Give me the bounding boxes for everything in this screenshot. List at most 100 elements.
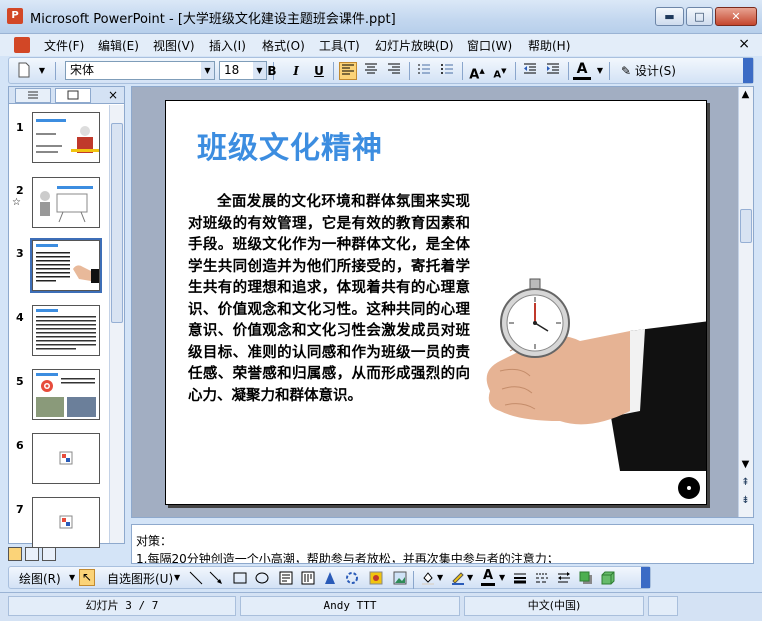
underline-button[interactable]: U [310, 62, 328, 80]
hand-stopwatch-image [486, 278, 706, 471]
normal-view-icon[interactable] [8, 547, 22, 561]
align-left-button[interactable] [339, 62, 357, 80]
wordart-icon[interactable] [323, 571, 337, 585]
font-name-select[interactable]: 宋体 ▼ [65, 61, 215, 80]
slide-thumbnail-2[interactable] [32, 177, 100, 228]
rectangle-icon[interactable] [233, 571, 247, 585]
font-dropdown-icon[interactable]: ▼ [201, 62, 214, 79]
maximize-button[interactable]: □ [686, 7, 713, 26]
increase-font-icon[interactable]: A▲ [468, 62, 486, 82]
line-color-icon[interactable] [451, 571, 465, 585]
scroll-up-icon[interactable]: ▲ [738, 89, 753, 100]
slideshow-view-icon[interactable] [42, 547, 56, 561]
pane-close-icon[interactable]: × [108, 88, 118, 102]
notes-pane[interactable]: 对策： 1.每隔20分钟创造一个小高潮，帮助参与者放松，并再次集中参与者的注意力… [131, 524, 754, 564]
slides-pane: × 1 2 ☆ 3 4 5 6 7 [8, 86, 125, 548]
menu-format[interactable]: 格式(O) [262, 37, 305, 54]
draw-menu-button[interactable]: 绘图(R) [19, 570, 61, 587]
slide-body-text[interactable]: 全面发展的文化环境和群体氛围来实现对班级的有效管理，它是有效的教育因素和手段。班… [188, 191, 470, 406]
select-pointer-icon[interactable]: ↖ [79, 569, 95, 586]
menu-insert[interactable]: 插入(I) [209, 37, 246, 54]
picture-icon[interactable] [393, 571, 407, 585]
fill-color-icon[interactable] [421, 571, 435, 585]
design-button[interactable]: ✎ 设计(S) [621, 62, 676, 79]
document-icon[interactable] [14, 37, 30, 53]
shadow-style-icon[interactable] [579, 571, 593, 585]
slides-pane-scrollbar[interactable] [109, 105, 124, 543]
previous-slide-icon[interactable]: ⇞ [738, 477, 753, 488]
draw-dropdown-icon[interactable]: ▼ [69, 573, 75, 582]
clipart-icon[interactable] [369, 571, 383, 585]
slide-thumbnail-3[interactable] [30, 238, 102, 293]
numbering-icon[interactable] [415, 62, 433, 80]
slide-sorter-view-icon[interactable] [25, 547, 39, 561]
drawbar-options-icon[interactable] [641, 567, 650, 588]
dash-style-icon[interactable] [535, 571, 549, 585]
powerpoint-app-icon[interactable]: P [7, 8, 23, 24]
close-button[interactable]: ✕ [715, 7, 757, 26]
vertical-textbox-icon[interactable] [301, 571, 315, 585]
animation-star-icon: ☆ [12, 197, 21, 208]
slide-thumbnail-7[interactable] [32, 497, 100, 548]
menu-file[interactable]: 文件(F) [44, 37, 84, 54]
line-color-dropdown-icon[interactable]: ▼ [467, 573, 473, 582]
slide-thumbnail-1[interactable] [32, 112, 100, 163]
slide-thumbnail-6[interactable] [32, 433, 100, 484]
bold-button[interactable]: B [263, 62, 281, 80]
toolbar-separator [462, 62, 463, 80]
menu-tools[interactable]: 工具(T) [319, 37, 360, 54]
toolbar-options-icon[interactable] [743, 58, 753, 83]
slide-number: 1 [16, 121, 24, 134]
toolbar-separator [609, 62, 610, 80]
toolbar-dropdown-icon[interactable]: ▼ [33, 62, 51, 80]
scroll-down-icon[interactable]: ▼ [738, 459, 753, 470]
menu-view[interactable]: 视图(V) [153, 37, 195, 54]
draw-font-color-dropdown-icon[interactable]: ▼ [499, 573, 505, 582]
arrow-icon[interactable] [209, 571, 223, 585]
align-center-button[interactable] [362, 62, 380, 80]
menu-window[interactable]: 窗口(W) [467, 37, 512, 54]
menu-edit[interactable]: 编辑(E) [98, 37, 139, 54]
diagram-icon[interactable] [345, 571, 359, 585]
slide-action-button[interactable] [678, 477, 700, 499]
next-slide-icon[interactable]: ⇟ [738, 495, 753, 506]
slide-scrollbar[interactable]: ▲ ▼ ⇞ ⇟ [738, 87, 753, 517]
draw-font-color-icon[interactable]: A [481, 569, 495, 586]
align-right-button[interactable] [385, 62, 403, 80]
tab-outline[interactable] [15, 88, 51, 103]
menu-slideshow[interactable]: 幻灯片放映(D) [375, 37, 454, 54]
minimize-button[interactable]: ▬ [655, 7, 684, 26]
arrow-style-icon[interactable] [557, 571, 571, 585]
decrease-font-icon[interactable]: A▼ [491, 62, 509, 80]
decrease-indent-icon[interactable] [521, 62, 539, 80]
slide-title[interactable]: 班级文化精神 [197, 123, 383, 167]
italic-button[interactable]: I [287, 62, 305, 80]
slide-scroll-thumb[interactable] [740, 209, 752, 243]
font-size-value: 18 [224, 63, 240, 77]
font-color-dropdown-icon[interactable]: ▼ [591, 62, 609, 80]
line-icon[interactable] [189, 571, 203, 585]
slide-thumbnail-5[interactable] [32, 369, 100, 420]
current-slide[interactable]: 班级文化精神 全面发展的文化环境和群体氛围来实现对班级的有效管理，它是有效的教育… [165, 100, 707, 505]
slide-number: 7 [16, 503, 24, 516]
slides-pane-scroll-thumb[interactable] [111, 123, 123, 323]
fill-color-dropdown-icon[interactable]: ▼ [437, 573, 443, 582]
line-style-icon[interactable] [513, 571, 527, 585]
font-color-icon[interactable]: A [573, 62, 591, 80]
textbox-icon[interactable] [279, 571, 293, 585]
autoshapes-dropdown-icon[interactable]: ▼ [174, 573, 180, 582]
status-template-name: Andy TTT [240, 596, 460, 616]
tab-slides[interactable] [55, 88, 91, 103]
menu-help[interactable]: 帮助(H) [528, 37, 570, 54]
autoshapes-button[interactable]: 自选图形(U) [107, 570, 173, 587]
bullets-icon[interactable] [438, 62, 456, 80]
document-close-button[interactable]: × [738, 36, 750, 52]
3d-style-icon[interactable] [601, 571, 615, 585]
new-document-icon[interactable] [15, 62, 33, 80]
pane-tabs: × [9, 87, 124, 104]
font-size-select[interactable]: 18 ▼ [219, 61, 267, 80]
oval-icon[interactable] [255, 571, 269, 585]
slide-number: 3 [16, 247, 24, 260]
slide-thumbnail-4[interactable] [32, 305, 100, 356]
increase-indent-icon[interactable] [544, 62, 562, 80]
